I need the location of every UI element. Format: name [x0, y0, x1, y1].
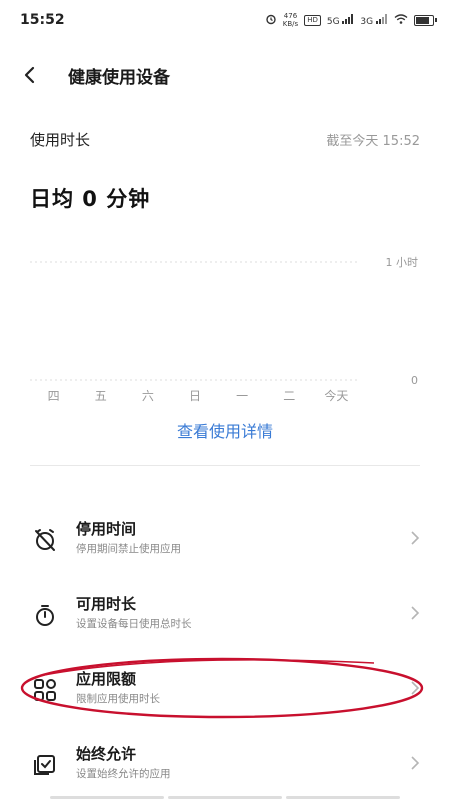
- chevron-left-icon: [24, 66, 35, 84]
- status-bar: 15:52 476 KB/s HD 5G 3G: [0, 0, 450, 40]
- x-tick-label: 五: [95, 389, 107, 403]
- status-time: 15:52: [20, 12, 65, 28]
- chevron-right-icon: [411, 606, 420, 620]
- usage-chart: 1 小时 0 四 五 六 日 一 二 今天: [30, 250, 422, 410]
- menu-item-always-allowed[interactable]: 始终允许 设置始终允许的应用: [0, 735, 450, 795]
- alarm-off-icon: [30, 525, 60, 555]
- menu-title: 始终允许: [76, 745, 137, 763]
- usage-label: 使用时长: [30, 130, 91, 149]
- chevron-right-icon: [411, 531, 420, 545]
- x-tick-label: 六: [142, 389, 154, 403]
- battery-icon: [414, 14, 437, 26]
- menu-subtitle: 设置始终允许的应用: [76, 768, 171, 780]
- hd-badge-icon: HD: [304, 14, 321, 26]
- usage-row: 使用时长 截至今天 15:52: [30, 127, 420, 151]
- menu-title: 应用限额: [76, 670, 137, 688]
- bottom-bar-segment: [50, 796, 164, 799]
- wifi-icon: [394, 13, 408, 27]
- divider: [30, 465, 420, 466]
- x-tick-label: 日: [189, 389, 201, 403]
- status-icons: 476 KB/s HD 5G 3G: [265, 12, 437, 28]
- menu-item-allowed-time[interactable]: 可用时长 设置设备每日使用总时长: [0, 585, 450, 645]
- stopwatch-icon: [30, 600, 60, 630]
- menu-title: 停用时间: [76, 520, 137, 538]
- alarm-clock-icon: [265, 13, 277, 28]
- speed-value: 476: [283, 12, 298, 20]
- signal-3g: 3G: [360, 13, 388, 27]
- menu-subtitle: 限制应用使用时长: [76, 693, 160, 705]
- bottom-bar-segment: [286, 796, 400, 799]
- x-tick-label: 二: [283, 389, 295, 403]
- bottom-bar-segment: [168, 796, 282, 799]
- allow-app-icon: [30, 750, 60, 780]
- x-tick-label: 一: [236, 389, 248, 403]
- chevron-right-icon: [411, 681, 420, 695]
- y-tick-label: 0: [411, 374, 418, 387]
- menu-subtitle: 停用期间禁止使用应用: [76, 543, 181, 555]
- menu-subtitle: 设置设备每日使用总时长: [76, 618, 192, 630]
- bottom-partial-bar: [50, 796, 400, 799]
- signal-5g: 5G: [326, 13, 355, 27]
- network-speed: 476 KB/s: [283, 12, 298, 28]
- menu-item-app-limits[interactable]: 应用限额 限制应用使用时长: [0, 660, 450, 720]
- header: 健康使用设备: [0, 55, 450, 95]
- network-type-1: 5G: [326, 16, 340, 27]
- view-details-link[interactable]: 查看使用详情: [0, 418, 450, 442]
- apps-grid-icon: [30, 675, 60, 705]
- daily-average: 日均 0 分钟: [30, 187, 151, 211]
- page-title: 健康使用设备: [68, 67, 170, 88]
- x-tick-label: 四: [48, 389, 60, 403]
- usage-chart-svg: 1 小时 0 四 五 六 日 一 二 今天: [30, 256, 419, 403]
- back-button[interactable]: [22, 55, 62, 95]
- speed-unit: KB/s: [282, 20, 299, 28]
- x-tick-label: 今天: [324, 388, 348, 403]
- y-tick-label: 1 小时: [386, 256, 419, 269]
- usage-as-of: 截至今天 15:52: [326, 133, 420, 149]
- chevron-right-icon: [411, 756, 420, 770]
- menu-title: 可用时长: [76, 595, 137, 613]
- menu-item-downtime[interactable]: 停用时间 停用期间禁止使用应用: [0, 510, 450, 570]
- network-type-2: 3G: [360, 16, 374, 27]
